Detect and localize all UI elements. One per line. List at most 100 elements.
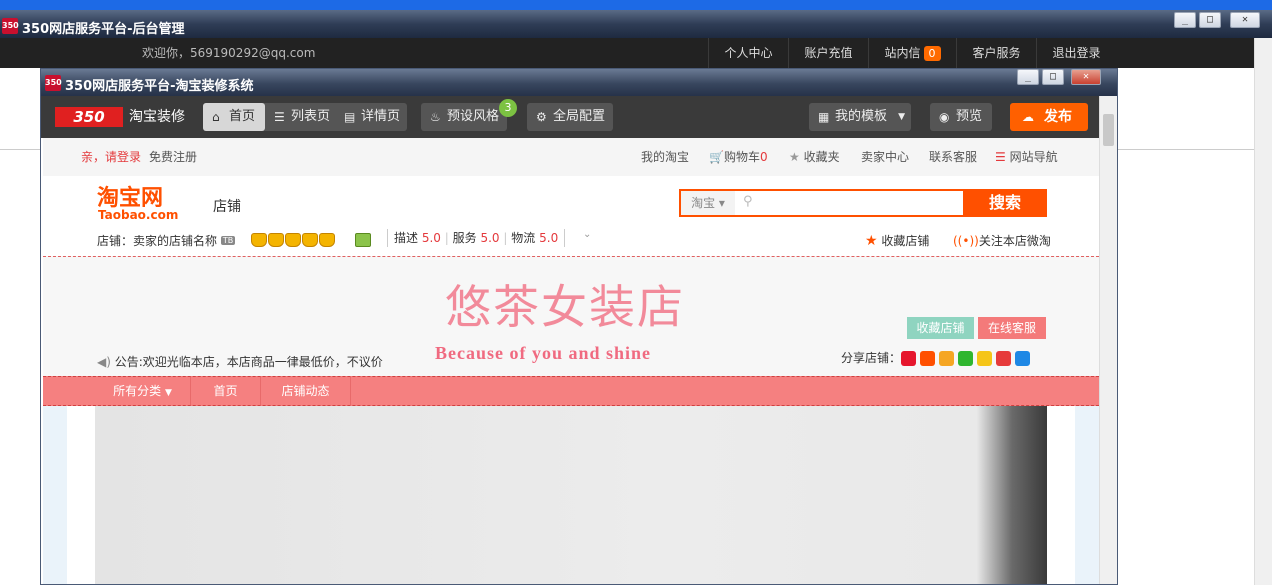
dsr-ratings: 描述 5.0 | 服务 5.0 | 物流 5.0 — [387, 229, 566, 247]
publish-label: 发布 — [1044, 109, 1072, 125]
tab-home[interactable]: ⌂ 首页 — [203, 103, 265, 131]
rating-desc-value: 5.0 — [421, 231, 441, 245]
global-config-button[interactable]: ⚙ 全局配置 — [527, 103, 613, 131]
speaker-icon: ◀) — [97, 355, 111, 369]
config-icon: ⚙ — [536, 110, 547, 124]
nav-messages[interactable]: 站内信 0 — [868, 38, 956, 68]
rating-service-value: 5.0 — [480, 231, 500, 245]
side-decoration-left — [43, 406, 67, 584]
follow-weitao-link[interactable]: ((•))关注本店微淘 — [953, 232, 1051, 249]
renren-icon[interactable] — [1015, 351, 1031, 366]
tab-detail-label: 详情页 — [361, 109, 401, 124]
my-templates-button[interactable]: ▦ 我的模板 ▼ — [809, 103, 911, 131]
inner-minimize-button[interactable]: _ — [1017, 69, 1039, 85]
brand-name: 淘宝装修 — [129, 109, 185, 125]
messages-count-badge: 0 — [923, 46, 941, 61]
paint-bucket-icon: ♨ — [430, 110, 441, 124]
shop-name-row: 店铺：卖家的店铺名称 TB — [97, 232, 236, 249]
tab-list[interactable]: ☰ 列表页 — [265, 103, 335, 131]
maximize-button[interactable]: □ — [1199, 12, 1221, 28]
tab-home-label: 首页 — [229, 109, 256, 124]
detail-icon: ▤ — [344, 110, 356, 124]
outer-titlebar: 350 350网店服务平台-后台管理 _ □ ✕ — [0, 0, 1272, 38]
nav-shop-news[interactable]: 店铺动态 — [261, 377, 351, 405]
publish-button[interactable]: ☁ 发布 — [1010, 103, 1088, 131]
crown-icon — [268, 233, 284, 247]
banner-image[interactable] — [95, 406, 1047, 584]
weibo-icon[interactable] — [901, 351, 917, 366]
shop-name[interactable]: 卖家的店铺名称 — [133, 234, 217, 248]
consumer-guarantee-icon — [355, 233, 371, 247]
nav-logout[interactable]: 退出登录 — [1036, 38, 1116, 68]
kaixin-icon[interactable] — [996, 351, 1012, 366]
register-link[interactable]: 免费注册 — [149, 138, 197, 176]
nav-recharge[interactable]: 账户充值 — [788, 38, 868, 68]
minimize-button[interactable]: _ — [1174, 12, 1196, 28]
shop-notice-text: 公告:欢迎光临本店，本店商品一律最低价，不议价 — [114, 355, 383, 369]
cloud-upload-icon: ☁ — [1022, 110, 1034, 124]
site-nav-label: 网站导航 — [1009, 150, 1058, 164]
share-label: 分享店铺： — [841, 351, 902, 365]
contact-service-link[interactable]: 联系客服 — [929, 138, 977, 176]
login-link[interactable]: 亲，请登录 — [81, 138, 141, 176]
nav-messages-label: 站内信 — [884, 46, 921, 60]
taobao-share-icon[interactable] — [920, 351, 936, 366]
chevron-down-icon: ▼ — [898, 112, 905, 122]
template-icon: ▦ — [818, 110, 830, 124]
app-logo-icon: 350 — [45, 75, 62, 91]
nav-home[interactable]: 首页 — [191, 377, 261, 405]
eye-icon: ◉ — [939, 110, 950, 124]
my-templates-label: 我的模板 — [835, 109, 888, 124]
share-row: 分享店铺： — [841, 349, 1034, 366]
home-icon: ⌂ — [212, 110, 220, 124]
model-photo — [977, 406, 1047, 584]
search-input[interactable] — [759, 193, 959, 213]
nav-customer-service[interactable]: 客户服务 — [956, 38, 1036, 68]
banner-fav-button[interactable]: 收藏店铺 — [907, 317, 974, 339]
sohu-icon[interactable] — [939, 351, 955, 366]
star-icon: ★ — [865, 233, 878, 249]
signal-icon: ((•)) — [953, 234, 979, 248]
search-button[interactable]: 搜索 — [963, 189, 1047, 217]
preset-style-button[interactable]: ♨ 预设风格 — [421, 103, 507, 131]
follow-weitao-label: 关注本店微淘 — [978, 234, 1051, 248]
qzone-icon[interactable] — [977, 351, 993, 366]
tab-list-label: 列表页 — [291, 109, 331, 124]
main-content — [43, 406, 1099, 584]
cart-label: 购物车 — [723, 150, 760, 164]
outer-window-title: 350网店服务平台-后台管理 — [22, 22, 185, 37]
inner-scrollbar[interactable] — [1099, 96, 1117, 584]
douban-icon[interactable] — [958, 351, 974, 366]
nav-personal-center[interactable]: 个人中心 — [708, 38, 788, 68]
shop-nav: 所有分类 ▼ 首页 店铺动态 — [43, 376, 1099, 406]
fav-shop-link[interactable]: ★ 收藏店铺 — [865, 232, 929, 249]
search-scope-label: 淘宝 — [691, 196, 716, 210]
search-icon: ⚲ — [743, 194, 753, 209]
outer-scrollbar[interactable] — [1254, 38, 1272, 585]
close-button[interactable]: ✕ — [1230, 12, 1260, 28]
shop-name-label: 店铺： — [97, 234, 134, 248]
seller-center-link[interactable]: 卖家中心 — [861, 138, 909, 176]
tab-detail[interactable]: ▤ 详情页 — [335, 103, 407, 131]
site-nav-link[interactable]: ☰ 网站导航 — [995, 138, 1058, 176]
favorites-link[interactable]: ★ 收藏夹 — [789, 138, 840, 176]
star-icon: ★ — [789, 150, 800, 164]
crown-icon — [302, 233, 318, 247]
side-decoration-right — [1075, 406, 1099, 584]
inner-close-button[interactable]: ✕ — [1071, 69, 1101, 85]
chevron-down-icon[interactable]: ⌄ — [583, 229, 591, 240]
preview-button[interactable]: ◉ 预览 — [930, 103, 992, 131]
shop-banner: 悠茶女装店 Because of you and shine ◀) 公告:欢迎光… — [43, 256, 1099, 376]
my-taobao-link[interactable]: 我的淘宝 — [641, 138, 689, 176]
preview-label: 预览 — [956, 109, 983, 124]
inner-maximize-button[interactable]: □ — [1042, 69, 1064, 85]
banner-service-button[interactable]: 在线客服 — [978, 317, 1046, 339]
crown-rating — [251, 233, 336, 250]
cart-link[interactable]: 🛒购物车0 — [709, 138, 768, 176]
nav-all-categories[interactable]: 所有分类 ▼ — [95, 377, 191, 405]
rating-logistics-value: 5.0 — [539, 231, 559, 245]
list-icon: ☰ — [274, 110, 285, 124]
scroll-thumb[interactable] — [1103, 114, 1114, 146]
global-config-label: 全局配置 — [553, 109, 606, 124]
search-scope[interactable]: 淘宝 ▾ — [681, 191, 735, 215]
